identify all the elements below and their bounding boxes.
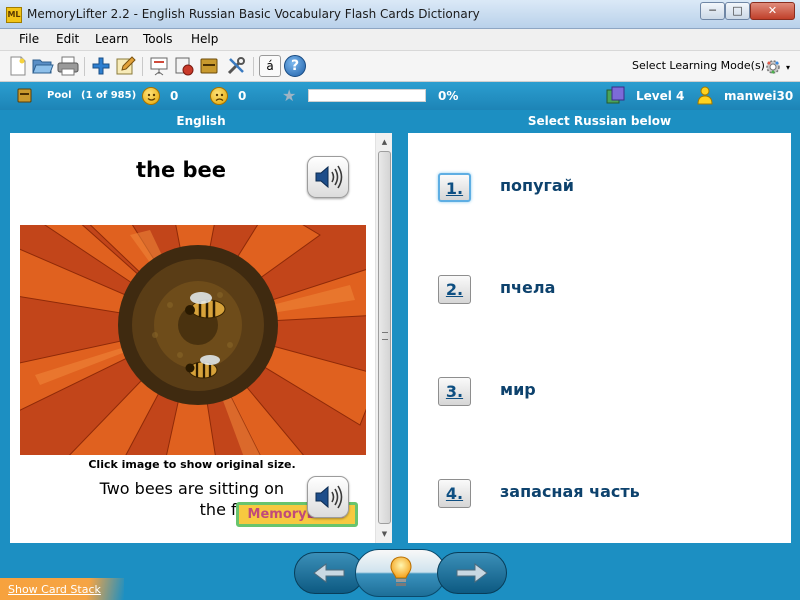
progress-percent: 0% bbox=[438, 89, 459, 103]
hint-button[interactable] bbox=[355, 549, 446, 597]
vertical-scrollbar[interactable]: ▲ ▼ bbox=[375, 133, 392, 543]
toolbar: á ? Select Learning Mode(s) ▾ bbox=[0, 51, 800, 82]
arrow-right-icon bbox=[456, 563, 488, 583]
level-label: Level 4 bbox=[636, 89, 685, 103]
open-folder-icon[interactable] bbox=[32, 55, 54, 77]
answer-number-button[interactable]: 1. bbox=[438, 173, 471, 202]
play-sentence-audio-button[interactable] bbox=[307, 476, 349, 518]
wrong-count: 0 bbox=[238, 89, 247, 103]
menu-edit[interactable]: Edit bbox=[56, 32, 79, 46]
question-word: the bee bbox=[135, 158, 227, 182]
app-icon: ML bbox=[6, 7, 22, 23]
image-caption[interactable]: Click image to show original size. bbox=[10, 458, 374, 471]
scroll-down-arrow[interactable]: ▼ bbox=[376, 528, 393, 540]
menu-tools[interactable]: Tools bbox=[143, 32, 173, 46]
title-bar: ML MemoryLifter 2.2 - English Russian Ba… bbox=[0, 0, 800, 29]
progress-bar bbox=[308, 89, 426, 102]
show-card-stack-link[interactable]: Show Card Stack bbox=[8, 583, 101, 596]
menu-bar: File Edit Learn Tools Help bbox=[0, 29, 800, 51]
answers-header: Select Russian below bbox=[527, 114, 672, 128]
answer-option-3[interactable]: 3. мир bbox=[438, 377, 778, 407]
answer-text[interactable]: пчела bbox=[500, 278, 555, 297]
scroll-thumb[interactable] bbox=[378, 151, 391, 524]
previous-card-button[interactable] bbox=[294, 552, 364, 594]
smiley-happy-icon bbox=[142, 87, 160, 105]
answer-number-button[interactable]: 2. bbox=[438, 275, 471, 304]
minimize-button[interactable]: ─ bbox=[700, 2, 725, 20]
chevron-down-icon[interactable]: ▾ bbox=[786, 63, 790, 72]
scroll-grip bbox=[382, 332, 388, 340]
toolbar-separator bbox=[84, 57, 85, 76]
sunflower-bee-image bbox=[20, 225, 366, 455]
next-card-button[interactable] bbox=[437, 552, 507, 594]
play-word-audio-button[interactable] bbox=[307, 156, 349, 198]
help-icon[interactable]: ? bbox=[284, 55, 306, 77]
edit-card-icon[interactable] bbox=[115, 55, 137, 77]
menu-help[interactable]: Help bbox=[191, 32, 218, 46]
question-header: English bbox=[176, 114, 226, 128]
learning-mode-label[interactable]: Select Learning Mode(s) bbox=[632, 59, 765, 72]
star-icon: ★ bbox=[282, 86, 297, 105]
new-file-icon[interactable] bbox=[7, 55, 29, 77]
user-name: manwei30 bbox=[724, 89, 794, 103]
settings-tools-icon[interactable] bbox=[225, 55, 247, 77]
answers-panel: 1. попугай 2. пчела 3. мир 4. запасная ч… bbox=[408, 133, 791, 543]
answer-text[interactable]: запасная часть bbox=[500, 482, 640, 501]
answer-number-button[interactable]: 3. bbox=[438, 377, 471, 406]
speaker-icon bbox=[315, 165, 343, 189]
lightbulb-icon bbox=[389, 556, 412, 586]
question-panel: the bee Click image to show original siz… bbox=[10, 133, 392, 543]
smiley-sad-icon bbox=[210, 87, 228, 105]
menu-file[interactable]: File bbox=[19, 32, 39, 46]
character-map-icon[interactable]: á bbox=[259, 55, 281, 77]
pool-label: Pool bbox=[47, 90, 72, 101]
add-card-icon[interactable] bbox=[90, 55, 112, 77]
gear-icon[interactable] bbox=[763, 57, 783, 77]
answer-text[interactable]: мир bbox=[500, 380, 536, 399]
user-icon bbox=[697, 86, 713, 105]
presentation-icon[interactable] bbox=[148, 55, 170, 77]
card-manager-icon[interactable] bbox=[173, 55, 195, 77]
card-image[interactable] bbox=[20, 225, 366, 455]
close-button[interactable]: ✕ bbox=[750, 2, 795, 20]
dictionary-icon[interactable] bbox=[198, 55, 220, 77]
menu-learn[interactable]: Learn bbox=[95, 32, 129, 46]
answer-option-1[interactable]: 1. попугай bbox=[438, 173, 778, 203]
answer-text[interactable]: попугай bbox=[500, 176, 574, 195]
print-icon[interactable] bbox=[57, 55, 79, 77]
answer-number-button[interactable]: 4. bbox=[438, 479, 471, 508]
pool-box-icon bbox=[17, 88, 32, 103]
toolbar-separator bbox=[142, 57, 143, 76]
speaker-icon bbox=[315, 485, 343, 509]
maximize-button[interactable]: □ bbox=[725, 2, 750, 20]
pool-detail: (1 of 985) bbox=[81, 90, 137, 101]
scroll-up-arrow[interactable]: ▲ bbox=[376, 136, 393, 148]
arrow-left-icon bbox=[313, 563, 345, 583]
level-boxes-icon bbox=[606, 86, 626, 104]
correct-count: 0 bbox=[170, 89, 179, 103]
answer-option-4[interactable]: 4. запасная часть bbox=[438, 479, 778, 509]
window-title: MemoryLifter 2.2 - English Russian Basic… bbox=[27, 7, 480, 21]
toolbar-separator bbox=[253, 57, 254, 76]
answer-option-2[interactable]: 2. пчела bbox=[438, 275, 778, 305]
